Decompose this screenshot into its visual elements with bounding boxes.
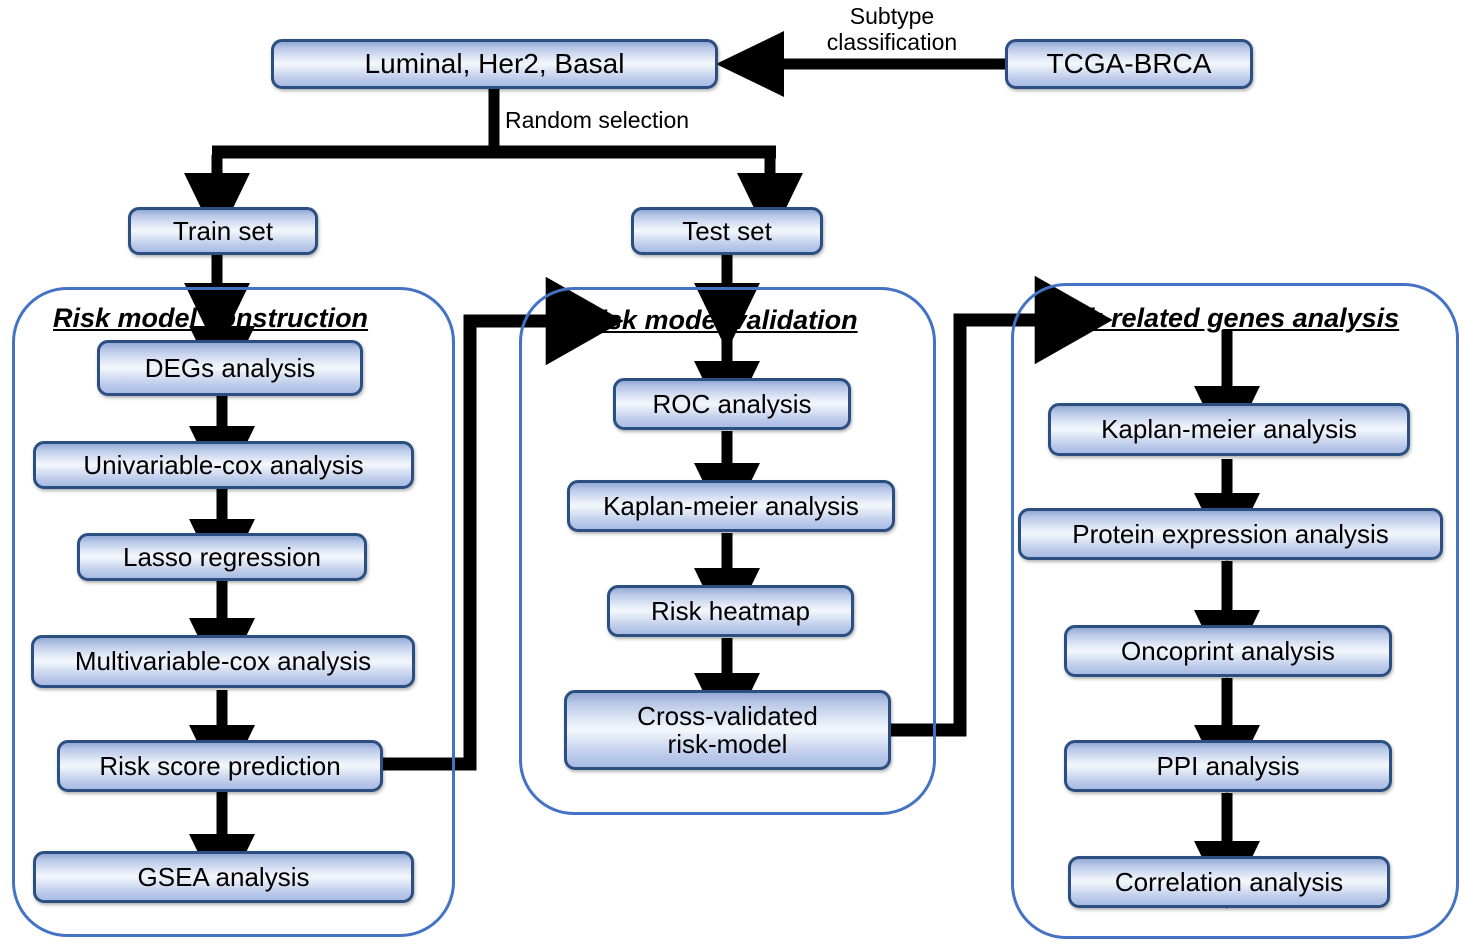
step-label: Oncoprint analysis — [1121, 635, 1335, 666]
step-box-univariable-cox-analysis[interactable]: Univariable-cox analysis — [33, 441, 414, 489]
step-box-oncoprint-analysis[interactable]: Oncoprint analysis — [1064, 625, 1392, 677]
step-box-protein-expression-analysis[interactable]: Protein expression analysis — [1018, 508, 1443, 560]
step-label: ROC analysis — [652, 388, 812, 419]
box-tcga-brca[interactable]: TCGA-BRCA — [1005, 39, 1253, 89]
label-subtype-classification: Subtype classification — [826, 3, 958, 55]
box-test-set[interactable]: Test set — [631, 207, 823, 255]
connector-subtype-split — [184, 86, 803, 242]
step-label: Kaplan-meier analysis — [1101, 414, 1357, 445]
label-random-selection: Random selection — [505, 107, 690, 133]
step-label: GSEA analysis — [137, 861, 310, 892]
step-label: Cross-validated risk-model — [637, 700, 818, 759]
step-box-kaplan-meier-analysis-validation[interactable]: Kaplan-meier analysis — [567, 480, 895, 532]
step-label: DEGs analysis — [144, 352, 316, 383]
step-box-degs-analysis[interactable]: DEGs analysis — [97, 340, 363, 396]
box-train-set[interactable]: Train set — [128, 207, 318, 255]
group-panel-risk-related-genes-analysis — [1011, 283, 1459, 939]
step-box-multivariable-cox-analysis[interactable]: Multivariable-cox analysis — [31, 635, 415, 688]
step-label: Kaplan-meier analysis — [603, 490, 859, 521]
step-label: Correlation analysis — [1114, 866, 1344, 897]
box-subtype[interactable]: Luminal, Her2, Basal — [271, 39, 718, 89]
step-label: Risk score prediction — [99, 750, 341, 781]
step-label: Risk heatmap — [651, 595, 810, 626]
step-box-kaplan-meier-analysis-genes[interactable]: Kaplan-meier analysis — [1048, 403, 1410, 456]
step-box-gsea-analysis[interactable]: GSEA analysis — [33, 851, 414, 903]
box-train-set-label: Train set — [172, 215, 274, 246]
step-box-risk-heatmap[interactable]: Risk heatmap — [607, 585, 854, 637]
group-title-risk-model-validation: Risk model validation — [580, 305, 858, 335]
step-label: PPI analysis — [1156, 750, 1300, 781]
step-box-cross-validated-risk-model[interactable]: Cross-validated risk-model — [564, 690, 891, 770]
step-box-lasso-regression[interactable]: Lasso regression — [77, 533, 367, 581]
box-subtype-label: Luminal, Her2, Basal — [364, 47, 625, 79]
group-title-risk-related-genes-analysis: Risk-related genes analysis — [1045, 303, 1400, 333]
step-label: Multivariable-cox analysis — [74, 646, 372, 677]
step-box-correlation-analysis[interactable]: Correlation analysis — [1068, 856, 1390, 908]
box-tcga-brca-label: TCGA-BRCA — [1046, 47, 1212, 79]
step-box-roc-analysis[interactable]: ROC analysis — [613, 378, 851, 430]
step-box-risk-score-prediction[interactable]: Risk score prediction — [57, 740, 383, 792]
group-title-risk-model-construction: Risk model construction — [53, 303, 369, 333]
step-label: Protein expression analysis — [1072, 518, 1389, 549]
box-test-set-label: Test set — [682, 215, 772, 246]
step-label: Univariable-cox analysis — [83, 449, 364, 480]
step-label: Lasso regression — [123, 541, 321, 572]
step-box-ppi-analysis[interactable]: PPI analysis — [1064, 740, 1392, 792]
flowchart-canvas: TCGA-BRCA Luminal, Her2, Basal Subtype c… — [0, 0, 1466, 951]
